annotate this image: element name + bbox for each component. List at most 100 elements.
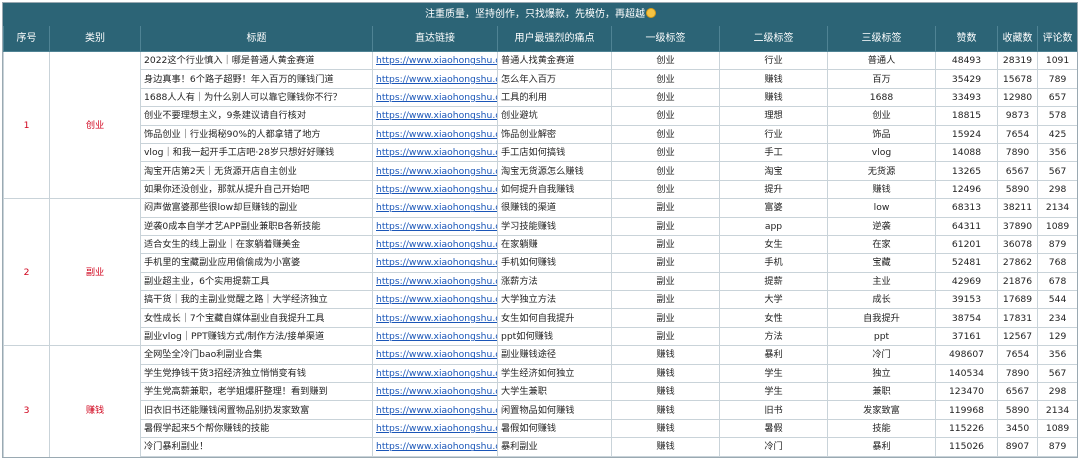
cell-title: 副业vlog｜PPT赚钱方式/制作方法/接单渠道 bbox=[140, 326, 373, 347]
column-header-likes[interactable]: 赞数 bbox=[935, 25, 998, 52]
cell-title: 如果你还没创业，那就从提升自己开始吧 bbox=[140, 179, 373, 200]
cell-pain: 女生如何自我提升 bbox=[497, 308, 612, 328]
direct-link[interactable]: https://www.xiaohongshu.com bbox=[376, 331, 497, 342]
table-row[interactable]: 身边真事！6个路子超野！年入百万的赚钱门道 https://www.xiaohon… bbox=[4, 69, 1077, 89]
cell-link: https://www.xiaohongshu.com bbox=[372, 400, 498, 420]
cell-favorites: 7654 bbox=[997, 345, 1038, 365]
table-row[interactable]: vlog｜和我一起开手工店吧·28岁只想好好赚钱 https://www.xiao… bbox=[4, 142, 1077, 163]
table-row[interactable]: 3 赚钱 全网坠全冷门bao利副业合集 https://www.xiaohongshu… bbox=[3, 345, 1077, 457]
cell-tag2: 学生 bbox=[719, 382, 828, 402]
cell-title: 旧衣旧书还能赚钱闲置物品别扔发家致富 bbox=[140, 400, 373, 420]
cell-comments: 567 bbox=[1036, 161, 1077, 181]
cell-favorites: 6567 bbox=[997, 382, 1038, 402]
cell-title: 暑假学起来5个帮你赚钱的技能 bbox=[140, 418, 373, 439]
cell-title: 逆袭0成本自学才艺APP副业兼职B各新技能 bbox=[140, 216, 373, 236]
table-row[interactable]: 学生党挣钱干货3招经济独立悄悄变有钱 https://www.xiaohongsh… bbox=[4, 363, 1077, 384]
direct-link[interactable]: https://www.xiaohongshu.com bbox=[376, 441, 497, 452]
cell-tag2: 学生 bbox=[719, 363, 828, 384]
direct-link[interactable]: https://www.xiaohongshu.com bbox=[376, 368, 497, 379]
cell-link: https://www.xiaohongshu.com bbox=[372, 50, 498, 71]
direct-link[interactable]: https://www.xiaohongshu.com bbox=[376, 423, 497, 434]
cell-tag1: 赚钱 bbox=[611, 418, 720, 439]
direct-link[interactable]: https://www.xiaohongshu.com bbox=[376, 294, 497, 305]
table-row[interactable]: 搞干货｜我的主副业觉醒之路｜大学经济独立 https://www.xiaohong… bbox=[4, 290, 1077, 310]
cell-tag2: 手机 bbox=[719, 253, 828, 273]
table-row[interactable]: 手机里的宝藏副业应用偷偷成为小富婆 https://www.xiaohongshu… bbox=[4, 253, 1077, 273]
direct-link[interactable]: https://www.xiaohongshu.com bbox=[376, 276, 497, 287]
cell-pain: 闲置物品如何赚钱 bbox=[497, 400, 612, 420]
cell-favorites: 6567 bbox=[997, 161, 1038, 181]
direct-link[interactable]: https://www.xiaohongshu.com bbox=[376, 313, 497, 324]
cell-favorites: 5890 bbox=[997, 400, 1038, 420]
column-header-title[interactable]: 标题 bbox=[140, 25, 373, 52]
cell-title: 2022这个行业慎入｜哪是普通人黄金赛道 bbox=[140, 50, 373, 71]
cell-likes: 123470 bbox=[935, 382, 998, 402]
table-row[interactable]: 女性成长｜7个宝藏自媒体副业自我提升工具 https://www.xiaohong… bbox=[4, 308, 1077, 328]
table-row[interactable]: 副业超主业，6个实用提薪工具https://www.xiaohongshu.co… bbox=[4, 271, 1077, 292]
column-header-index[interactable]: 序号 bbox=[3, 25, 50, 52]
table-row[interactable]: 1688人人有｜为什么别人可以靠它赚钱你不行？ https://www.xiaoh… bbox=[4, 87, 1077, 108]
cell-tag2: 暑假 bbox=[719, 418, 828, 439]
table-row[interactable]: 适合女生的线上副业｜在家躺着赚美金 https://www.xiaohongshu… bbox=[4, 234, 1077, 255]
direct-link[interactable]: https://www.xiaohongshu.com bbox=[376, 129, 497, 140]
table-row[interactable]: 学生党高薪兼职，老学姐爆肝整理！看到赚到 https://www.xiaohong… bbox=[4, 382, 1077, 402]
column-header-category[interactable]: 类别 bbox=[49, 25, 141, 52]
direct-link[interactable]: https://www.xiaohongshu.com bbox=[376, 55, 497, 66]
cell-likes: 64311 bbox=[935, 216, 998, 236]
direct-link[interactable]: https://www.xiaohongshu.com bbox=[376, 349, 497, 360]
table-row[interactable]: 逆袭0成本自学才艺APP副业兼职B各新技能 https://www.xiaohon… bbox=[4, 216, 1077, 236]
table-row[interactable]: 淘宝开店第2天｜无货源开店自主创业 https://www.xiaohongshu… bbox=[4, 161, 1077, 181]
cell-tag2: 赚钱 bbox=[719, 87, 828, 108]
spreadsheet: 注重质量，坚持创作，只找爆款，先模仿，再超越 序号 类别 标题 直达链接 用户最强烈的痛… bbox=[2, 2, 1078, 458]
column-header-favorites[interactable]: 收藏数 bbox=[997, 25, 1038, 52]
direct-link[interactable]: https://www.xiaohongshu.com bbox=[376, 221, 497, 232]
table-row[interactable]: 饰品创业｜行业揭秘90%的人都拿错了地方 https://www.xiaohong… bbox=[4, 124, 1077, 144]
direct-link[interactable]: https://www.xiaohongshu.com bbox=[376, 202, 497, 213]
cell-tag3: 在家 bbox=[827, 234, 936, 255]
cell-pain: 学生经济如何独立 bbox=[497, 363, 612, 384]
cell-pain: 淘宝无货源怎么赚钱 bbox=[497, 161, 612, 181]
column-header-tag1[interactable]: 一级标签 bbox=[611, 25, 720, 52]
direct-link[interactable]: https://www.xiaohongshu.com bbox=[376, 92, 497, 103]
cell-link: https://www.xiaohongshu.com bbox=[372, 253, 498, 273]
column-header-tag3[interactable]: 三级标签 bbox=[827, 25, 936, 52]
cell-likes: 39153 bbox=[935, 290, 998, 310]
cell-likes: 97893 bbox=[935, 455, 998, 457]
direct-link[interactable]: https://www.xiaohongshu.com bbox=[376, 166, 497, 177]
column-header-pain[interactable]: 用户最强烈的痛点 bbox=[497, 25, 612, 52]
cell-title: 从0做博主的第3个月: 涨粉11万后知道的事 bbox=[140, 455, 373, 457]
cell-title: 适合女生的线上副业｜在家躺着赚美金 bbox=[140, 234, 373, 255]
cell-comments: 129 bbox=[1036, 326, 1077, 347]
cell-tag3: 宝藏 bbox=[827, 253, 936, 273]
table-row[interactable]: 旧衣旧书还能赚钱闲置物品别扔发家致富 https://www.xiaohongsh… bbox=[4, 400, 1077, 420]
direct-link[interactable]: https://www.xiaohongshu.com bbox=[376, 110, 497, 121]
direct-link[interactable]: https://www.xiaohongshu.com bbox=[376, 239, 497, 250]
table-row[interactable]: 冷门暴利副业！https://www.xiaohongshu.com暴利副业赚钱… bbox=[4, 437, 1077, 457]
cell-likes: 15924 bbox=[935, 124, 998, 144]
table-row[interactable]: 副业vlog｜PPT赚钱方式/制作方法/接单渠道 https://www.xiao… bbox=[4, 326, 1077, 347]
group-index: 2 bbox=[3, 198, 50, 347]
cell-favorites: 21876 bbox=[997, 271, 1038, 292]
cell-tag1: 副业 bbox=[611, 234, 720, 255]
column-header-comments[interactable]: 评论数 bbox=[1036, 25, 1077, 52]
cell-tag2: 博主 bbox=[719, 455, 828, 457]
direct-link[interactable]: https://www.xiaohongshu.com bbox=[376, 386, 497, 397]
direct-link[interactable]: https://www.xiaohongshu.com bbox=[376, 147, 497, 158]
cell-title: 学生党高薪兼职，老学姐爆肝整理！看到赚到 bbox=[140, 382, 373, 402]
table-row[interactable]: 暑假学起来5个帮你赚钱的技能https://www.xiaohongshu.co… bbox=[4, 418, 1077, 439]
group-index: 3 bbox=[3, 345, 50, 457]
column-header-tag2[interactable]: 二级标签 bbox=[719, 25, 828, 52]
table-row[interactable]: 2 副业 闷声做富婆那些很low却巨赚钱的副业 https://www.xiaohon… bbox=[3, 198, 1077, 347]
table-row[interactable]: 1 创业 2022这个行业慎入｜哪是普通人黄金赛道 https://www.xiaoh… bbox=[3, 50, 1077, 200]
table-row[interactable]: 从0做博主的第3个月: 涨粉11万后知道的事https://www.xiaoho… bbox=[4, 455, 1077, 457]
direct-link[interactable]: https://www.xiaohongshu.com bbox=[376, 405, 497, 416]
table-body: 1 创业 2022这个行业慎入｜哪是普通人黄金赛道 https://www.xiaoh… bbox=[3, 50, 1077, 457]
table-row[interactable]: 创业不要理想主义，9条建议请自行核对 https://www.xiaohongsh… bbox=[4, 106, 1077, 126]
direct-link[interactable]: https://www.xiaohongshu.com bbox=[376, 257, 497, 268]
cell-link: https://www.xiaohongshu.com bbox=[372, 124, 498, 144]
table-row[interactable]: 如果你还没创业，那就从提升自己开始吧 https://www.xiaohongsh… bbox=[4, 179, 1077, 200]
column-header-link[interactable]: 直达链接 bbox=[372, 25, 498, 52]
cell-favorites: 15678 bbox=[997, 69, 1038, 89]
direct-link[interactable]: https://www.xiaohongshu.com bbox=[376, 74, 497, 85]
direct-link[interactable]: https://www.xiaohongshu.com bbox=[376, 184, 497, 195]
